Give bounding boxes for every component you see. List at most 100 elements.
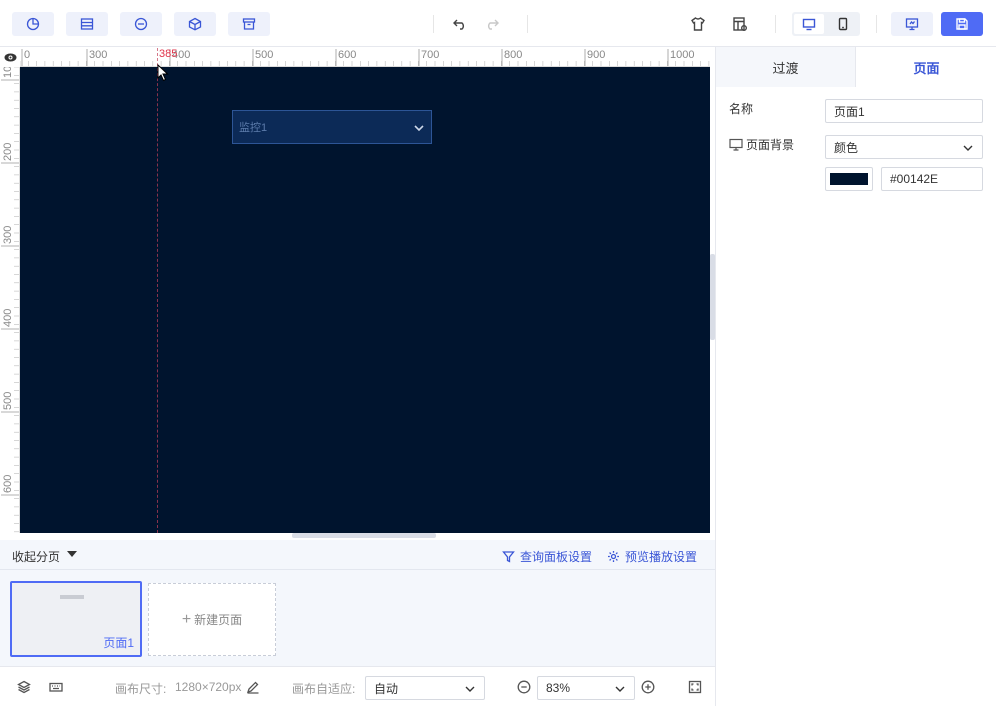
monitor-select-widget[interactable]: 监控1 <box>232 110 432 144</box>
design-canvas[interactable]: 监控1 <box>20 67 710 533</box>
app-root: 0 300 400 500 600 700 800 900 1000 100 200 300 400 5… <box>0 0 996 706</box>
toolbar-divider <box>433 15 434 33</box>
chevron-down-icon <box>615 686 625 692</box>
device-switch <box>792 12 860 36</box>
canvas-horizontal-scrollbar[interactable] <box>292 533 436 538</box>
query-panel-settings-link[interactable]: 查询面板设置 <box>502 548 592 565</box>
top-toolbar <box>0 0 996 47</box>
save-icon <box>956 18 968 30</box>
keyboard-button[interactable] <box>48 680 64 694</box>
page-thumbnail-label: 页面1 <box>103 636 134 650</box>
undo-button[interactable] <box>450 13 470 35</box>
chevron-down-icon <box>465 686 475 692</box>
zoom-value: 83% <box>546 681 571 695</box>
undo-icon <box>453 19 464 30</box>
keyboard-icon <box>49 682 63 692</box>
ruler-v-label: 500 <box>2 392 14 410</box>
ruler-guide-value: 385 <box>159 48 178 60</box>
tablet-icon <box>838 17 848 31</box>
fit-screen-button[interactable] <box>687 680 703 694</box>
cube-icon <box>188 17 202 31</box>
page-thumbnail[interactable]: 页面1 <box>10 581 142 657</box>
toolbar-divider <box>876 15 877 33</box>
page-thumbnail-preview <box>60 595 84 599</box>
chart-icon <box>26 17 40 31</box>
pages-header: 收起分页 查询面板设置 预览播放设置 <box>0 540 715 570</box>
preview-playback-settings-label: 预览播放设置 <box>625 550 698 564</box>
pencil-icon <box>246 681 259 694</box>
layout-settings-button[interactable] <box>730 13 750 35</box>
vertical-ruler-ticks: 100 200 300 400 500 600 <box>1 67 19 533</box>
desktop-view-button[interactable] <box>794 14 824 34</box>
ruler-guide-line[interactable] <box>157 48 158 533</box>
canvas-adaptive-label: 画布自适应: <box>292 682 356 696</box>
theme-shirt-icon <box>691 17 705 31</box>
color-swatch-picker[interactable] <box>825 167 873 191</box>
gear-icon <box>608 551 619 562</box>
zoom-out-icon <box>517 680 531 694</box>
caret-down-icon[interactable] <box>67 551 77 557</box>
redo-icon <box>488 19 499 30</box>
save-button[interactable] <box>941 12 983 36</box>
collapse-pages-toggle[interactable]: 收起分页 <box>12 548 60 565</box>
horizontal-ruler-ticks: 0 300 400 500 600 700 800 900 1000 <box>20 49 710 66</box>
ruler-h-label: 700 <box>421 49 439 61</box>
3d-button[interactable] <box>174 12 216 36</box>
ruler-v-label: 100 <box>2 67 14 78</box>
toolbar-divider <box>527 15 528 33</box>
color-swatch <box>830 173 868 185</box>
background-type-value: 颜色 <box>834 140 859 155</box>
ruler-v-label: 600 <box>2 475 14 493</box>
page-name-input[interactable]: 页面1 <box>825 99 983 123</box>
edit-size-button[interactable] <box>245 680 261 694</box>
ruler-h-label: 300 <box>89 49 107 61</box>
table-button[interactable] <box>66 12 108 36</box>
table-icon <box>80 18 94 30</box>
zoom-out-button[interactable] <box>516 680 532 694</box>
background-type-select[interactable]: 颜色 <box>825 135 983 159</box>
new-page-button[interactable]: + 新建页面 <box>148 583 276 656</box>
name-label-text: 名称 <box>729 102 754 116</box>
page-background-label-text: 页面背景 <box>746 138 795 152</box>
ruler-h-label: 900 <box>587 49 605 61</box>
ruler-visibility-toggle[interactable] <box>0 48 20 66</box>
zoom-select[interactable]: 83% <box>537 676 635 700</box>
properties-tabs: 过渡 页面 <box>716 47 996 87</box>
toolbar-divider <box>775 15 776 33</box>
properties-panel: 过渡 页面 名称 页面1 页面背景 颜色 #00142E <box>715 47 996 706</box>
status-bar: 画布尺寸: 1280×720px 画布自适应: 自动 83% <box>0 666 715 706</box>
canvas-size-value: 1280×720px <box>175 680 242 694</box>
redo-button[interactable] <box>482 13 502 35</box>
media-button[interactable] <box>120 12 162 36</box>
layers-button[interactable] <box>16 680 32 694</box>
vertical-ruler[interactable]: 100 200 300 400 500 600 <box>0 67 20 533</box>
color-hex-value: #00142E <box>890 172 939 186</box>
layout-settings-icon <box>733 17 747 31</box>
monitor-icon <box>729 138 743 151</box>
theme-button[interactable] <box>688 13 708 35</box>
archive-icon <box>242 18 256 30</box>
horizontal-ruler[interactable]: 0 300 400 500 600 700 800 900 1000 <box>20 48 710 67</box>
color-hex-input[interactable]: #00142E <box>881 167 983 191</box>
ruler-h-label: 0 <box>24 49 30 61</box>
new-page-label: 新建页面 <box>194 613 243 627</box>
layers-icon <box>17 680 31 694</box>
preview-playback-settings-link[interactable]: 预览播放设置 <box>607 548 697 565</box>
chart-button[interactable] <box>12 12 54 36</box>
pages-panel: 收起分页 查询面板设置 预览播放设置 页面1 + 新建页面 <box>0 540 715 666</box>
ruler-v-label: 200 <box>2 143 14 161</box>
select-widget-placeholder: 监控1 <box>239 122 268 134</box>
chevron-down-icon <box>414 125 424 132</box>
tablet-view-button[interactable] <box>828 14 858 34</box>
tab-page[interactable]: 页面 <box>856 47 996 87</box>
tab-transition[interactable]: 过渡 <box>716 47 856 87</box>
media-icon <box>134 17 148 31</box>
zoom-in-button[interactable] <box>640 680 656 694</box>
ruler-h-label: 600 <box>338 49 356 61</box>
canvas-adaptive-select[interactable]: 自动 <box>365 676 485 700</box>
preview-button[interactable] <box>891 12 933 36</box>
page-background-label: 页面背景 <box>729 136 794 153</box>
canvas-size-label: 画布尺寸: <box>115 682 167 696</box>
chevron-down-icon <box>963 145 973 151</box>
archive-button[interactable] <box>228 12 270 36</box>
